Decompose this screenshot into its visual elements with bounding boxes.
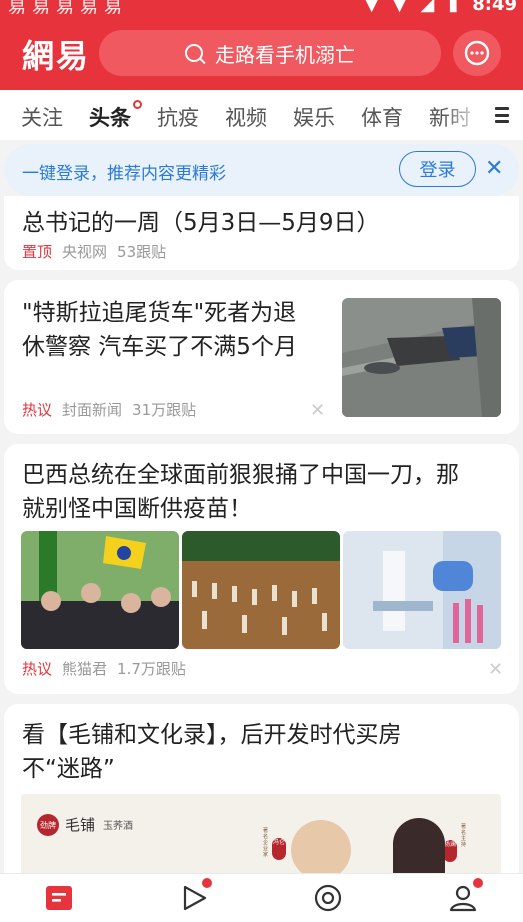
profile-new-dot <box>473 878 483 888</box>
search-icon <box>185 44 203 62</box>
hot-tag: 热议 <box>22 401 53 419</box>
status-bar: 易易易易易 ▼ ▼ ◢ ▮ 8:49 <box>0 0 523 14</box>
search-input[interactable]: 走路看手机溺亡 <box>99 30 441 76</box>
person-photo <box>291 820 351 874</box>
close-icon[interactable]: ✕ <box>485 156 503 181</box>
comment-count: 31万跟贴 <box>132 401 197 419</box>
news-image <box>21 531 179 649</box>
tab-sports[interactable]: 体育 <box>361 102 403 132</box>
bottom-nav <box>0 873 523 922</box>
ad-brand: 毛铺 <box>65 816 96 834</box>
tab-new-dot <box>133 100 142 109</box>
chat-bubble-icon <box>464 40 490 66</box>
menu-icon[interactable] <box>495 107 509 123</box>
ad-card[interactable]: 看【毛铺和文化录】，后开发时代买房 不“迷路” 劲牌 毛铺 玉荞酒 著名企业家 … <box>4 704 519 874</box>
news-source: 熊猫君 <box>62 660 108 678</box>
news-card[interactable]: "特斯拉追尾货车"死者为退 休警察 汽车买了不满5个月 热议 封面新闻 31万跟… <box>4 280 519 434</box>
location-icon: ▼ <box>364 0 379 14</box>
video-new-dot <box>202 878 212 888</box>
tab-entertainment[interactable]: 娱乐 <box>293 102 335 132</box>
news-image <box>343 531 501 649</box>
person1-title: 著名企业家 <box>263 828 269 858</box>
comment-count: 1.7万跟贴 <box>117 660 186 678</box>
ad-banner: 劲牌 毛铺 玉荞酒 著名企业家 冯仑 杨澜 著名主持 <box>21 794 501 874</box>
news-title: 总书记的一周（5月3日—5月9日） <box>22 210 380 236</box>
login-button[interactable]: 登录 <box>399 151 476 187</box>
person2-name: 杨澜 <box>443 840 457 862</box>
news-image <box>182 531 340 649</box>
ad-brand-sub: 玉荞酒 <box>103 821 133 832</box>
news-source: 央视网 <box>62 243 108 261</box>
tab-epidemic[interactable]: 抗疫 <box>157 102 199 132</box>
news-source: 封面新闻 <box>62 401 123 419</box>
comment-count: 53跟贴 <box>117 243 167 261</box>
tab-video[interactable]: 视频 <box>225 102 267 132</box>
search-placeholder: 走路看手机溺亡 <box>215 42 355 67</box>
person-photo <box>393 818 445 874</box>
news-thumbnail <box>342 298 501 417</box>
brand-seal: 劲牌 <box>37 814 59 836</box>
channel-tabs: 关注 头条 抗疫 视频 娱乐 体育 新时 <box>0 90 523 140</box>
news-title: 巴西总统在全球面前狠狠捅了中国一刀，那 就别怪中国断供疫苗！ <box>22 462 459 522</box>
dismiss-icon[interactable]: ✕ <box>488 659 503 680</box>
app-logo: 網易 <box>22 37 91 75</box>
battery-icon: ▮ <box>448 0 459 14</box>
dismiss-icon[interactable]: ✕ <box>310 400 325 421</box>
wifi-icon: ▼ <box>392 0 407 14</box>
message-button[interactable] <box>453 30 501 76</box>
person2-title: 著名主持 <box>461 824 467 848</box>
signal-icon: ◢ <box>420 0 435 14</box>
discover-icon[interactable] <box>313 883 343 913</box>
home-icon[interactable] <box>44 883 74 913</box>
login-banner: 一键登录，推荐内容更精彩 登录 ✕ <box>4 144 519 196</box>
news-title: "特斯拉追尾货车"死者为退 休警察 汽车买了不满5个月 <box>22 300 297 360</box>
ad-title: 看【毛铺和文化录】，后开发时代买房 不“迷路” <box>22 722 402 782</box>
tab-headlines[interactable]: 头条 <box>89 102 131 132</box>
news-card-pinned[interactable]: 总书记的一周（5月3日—5月9日） 置顶 央视网 53跟贴 <box>4 196 519 270</box>
hot-tag: 热议 <box>22 660 53 678</box>
tab-follow[interactable]: 关注 <box>21 102 63 132</box>
news-card[interactable]: 巴西总统在全球面前狠狠捅了中国一刀，那 就别怪中国断供疫苗！ 热议 熊猫君 1.… <box>4 444 519 694</box>
pinned-tag: 置顶 <box>22 243 53 261</box>
notification-icons: 易易易易易 <box>8 0 128 14</box>
person1-name: 冯仑 <box>272 838 286 860</box>
status-time: 8:49 <box>472 0 517 14</box>
app-header: 網易 走路看手机溺亡 <box>0 14 523 90</box>
profile-icon[interactable] <box>448 883 478 913</box>
login-prompt: 一键登录，推荐内容更精彩 <box>22 164 226 184</box>
